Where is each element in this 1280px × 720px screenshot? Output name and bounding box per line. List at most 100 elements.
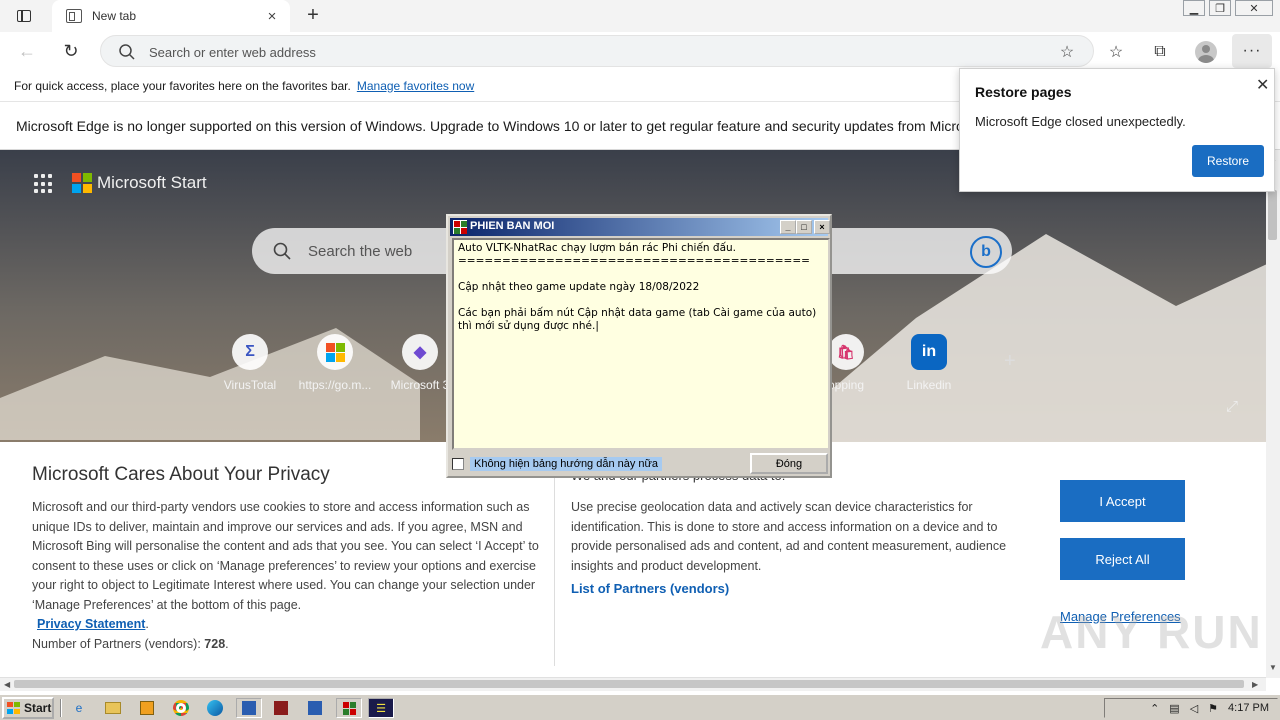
profile-button[interactable]: [1193, 40, 1219, 64]
task-app-icon[interactable]: ☰: [368, 698, 394, 718]
partners-count: 728: [204, 636, 226, 651]
window-maximize-button[interactable]: ❐: [1209, 0, 1231, 16]
virustotal-icon: Σ: [232, 334, 268, 370]
tab-actions-button[interactable]: [12, 6, 36, 26]
windows-logo-icon: [317, 334, 353, 370]
reject-all-button[interactable]: Reject All: [1060, 538, 1185, 580]
apps-grid-icon[interactable]: [34, 174, 54, 194]
close-dialog-button[interactable]: Đóng: [750, 453, 828, 474]
add-favorite-button[interactable]: ☆: [1055, 41, 1079, 63]
restore-pages-popup: Restore pages ✕ Microsoft Edge closed un…: [959, 68, 1275, 192]
more-dots-icon: ···: [1242, 42, 1262, 59]
manage-favorites-link[interactable]: Manage favorites now: [357, 79, 474, 93]
volume-icon[interactable]: ◁: [1190, 702, 1198, 715]
arrow-left-icon: ←: [18, 40, 36, 61]
auto-vltk-taskbar-icon[interactable]: [336, 698, 362, 718]
window-close-button[interactable]: ✕: [1235, 0, 1273, 16]
privacy-link-suffix: .: [145, 617, 149, 631]
dialog-maximize-button[interactable]: □: [796, 220, 812, 234]
browser-toolbar: ← ↻ ☆ ☆ ⧉ ···: [0, 32, 1280, 70]
scroll-down-icon[interactable]: ▼: [1266, 660, 1280, 674]
dialog-close-button[interactable]: ×: [814, 220, 830, 234]
favorites-button[interactable]: ☆: [1103, 40, 1129, 64]
taskbar-separator: [60, 699, 62, 717]
search-icon: [273, 242, 291, 260]
bing-chat-icon[interactable]: b: [970, 236, 1002, 268]
partners-count-suffix: .: [225, 636, 229, 651]
microsoft-logo-icon: [72, 173, 92, 193]
dialog-title: PHIEN BAN MOI: [470, 220, 555, 232]
add-quick-link-icon[interactable]: +: [1004, 350, 1016, 373]
restore-popup-message: Microsoft Edge closed unexpectedly.: [975, 114, 1186, 129]
dialog-minimize-button[interactable]: _: [780, 220, 796, 234]
task-app-icon[interactable]: [268, 698, 294, 718]
settings-more-button[interactable]: ···: [1232, 34, 1272, 68]
task-app-icon[interactable]: [236, 698, 262, 718]
file-explorer-icon[interactable]: [100, 698, 126, 718]
quick-link-label: Linkedin: [906, 378, 952, 392]
chrome-icon[interactable]: [168, 698, 194, 718]
refresh-icon: ↻: [63, 40, 79, 61]
media-player-icon[interactable]: [134, 698, 160, 718]
privacy-divider: [554, 472, 555, 666]
app-icon: [453, 220, 467, 234]
favorites-icon: ☆: [1108, 44, 1124, 61]
collections-button[interactable]: ⧉: [1147, 40, 1173, 64]
quick-link-linkedin[interactable]: in Linkedin: [889, 334, 969, 392]
privacy-title: Microsoft Cares About Your Privacy: [32, 464, 330, 485]
new-tab-button[interactable]: +: [302, 4, 324, 26]
privacy-statement-link[interactable]: Privacy Statement: [37, 615, 145, 635]
taskbar: Start e ☰ ⌃ ▤ ◁ ⚑ 4:17 PM: [0, 694, 1280, 720]
system-tray: ⌃ ▤ ◁ ⚑ 4:17 PM: [1104, 698, 1278, 718]
horizontal-scrollbar-thumb[interactable]: [14, 680, 1244, 688]
address-input[interactable]: [149, 42, 1029, 62]
virustotal-glyph: Σ: [245, 343, 255, 360]
linkedin-icon: in: [911, 334, 947, 370]
privacy-purposes-body: Use precise geolocation data and activel…: [571, 500, 1007, 573]
star-add-icon: ☆: [1059, 44, 1075, 61]
task-app-icon[interactable]: [302, 698, 328, 718]
tab-strip: New tab × + ▁ ❐ ✕: [0, 0, 1280, 32]
shopping-bag-icon: 🛍: [828, 334, 864, 370]
start-button[interactable]: Start: [2, 697, 54, 719]
accept-button[interactable]: I Accept: [1060, 480, 1185, 522]
network-icon[interactable]: ▤: [1169, 702, 1179, 715]
expand-icon[interactable]: ⤢: [1226, 398, 1238, 415]
infobar-message: Microsoft Edge is no longer supported on…: [16, 117, 1027, 134]
microsoft-start-brand[interactable]: Microsoft Start: [97, 173, 207, 193]
close-icon[interactable]: ✕: [1256, 75, 1269, 95]
edge-icon[interactable]: [202, 698, 228, 718]
list-of-partners-link[interactable]: List of Partners (vendors): [571, 581, 729, 596]
tray-expand-icon[interactable]: ⌃: [1150, 702, 1159, 715]
dialog-message-textarea[interactable]: Auto VLTK-NhatRac chạy lượm bán rác Phi …: [452, 238, 830, 450]
scrollbar-thumb[interactable]: [1268, 190, 1277, 240]
favorites-bar-text: For quick access, place your favorites h…: [14, 78, 351, 93]
security-icon[interactable]: ⚑: [1208, 702, 1218, 715]
clock[interactable]: 4:17 PM: [1228, 702, 1269, 714]
m365-glyph: ◆: [413, 344, 427, 361]
refresh-button[interactable]: ↻: [58, 40, 84, 62]
quick-link-label: https://go.m...: [298, 378, 372, 392]
scroll-right-icon[interactable]: ▶: [1252, 680, 1258, 689]
tab-new-tab[interactable]: New tab ×: [52, 0, 290, 32]
partners-count-label: Number of Partners (vendors):: [32, 636, 205, 651]
quick-link-virustotal[interactable]: Σ VirusTotal: [210, 334, 290, 392]
internet-explorer-icon[interactable]: e: [66, 698, 92, 718]
dont-show-again-option[interactable]: Không hiện bảng hướng dẫn này nữa: [450, 455, 663, 473]
back-button[interactable]: ←: [14, 40, 40, 62]
privacy-body-text: Microsoft and our third-party vendors us…: [32, 500, 539, 612]
quick-link-go-microsoft[interactable]: https://go.m...: [295, 334, 375, 392]
restore-popup-title: Restore pages: [975, 84, 1072, 100]
dont-show-again-checkbox[interactable]: [452, 458, 464, 470]
close-tab-icon[interactable]: ×: [264, 8, 280, 25]
dialog-titlebar[interactable]: PHIEN BAN MOI _ □ ×: [450, 218, 830, 236]
scroll-left-icon[interactable]: ◀: [4, 680, 10, 689]
windows-flag-icon: [7, 702, 21, 714]
anyrun-watermark: ANY RUN: [1040, 606, 1263, 658]
window-minimize-button[interactable]: ▁: [1183, 0, 1205, 16]
quick-link-label: VirusTotal: [223, 378, 277, 392]
start-label: Start: [24, 701, 52, 715]
restore-button[interactable]: Restore: [1192, 145, 1264, 177]
address-bar[interactable]: ☆: [100, 35, 1094, 67]
search-icon: [119, 44, 135, 60]
